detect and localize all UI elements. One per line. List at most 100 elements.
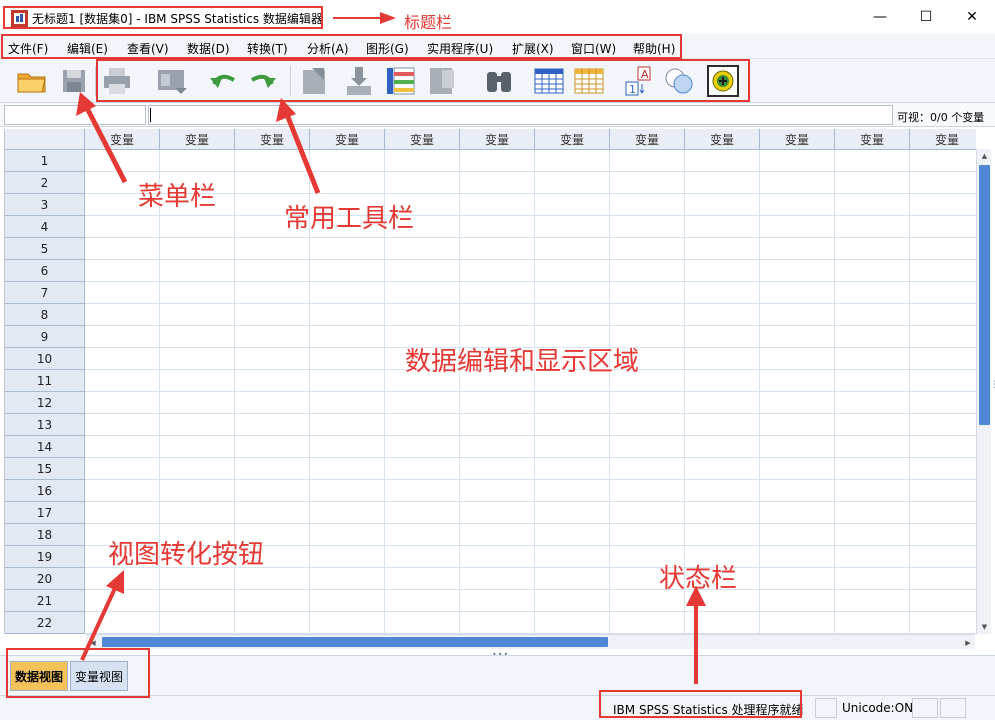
row-header[interactable]: 17: [5, 502, 85, 524]
data-cell[interactable]: [835, 216, 910, 238]
data-cell[interactable]: [460, 458, 535, 480]
data-cell[interactable]: [235, 172, 310, 194]
data-cell[interactable]: [310, 436, 385, 458]
data-cell[interactable]: [685, 260, 760, 282]
data-cell[interactable]: [910, 502, 976, 524]
data-cell[interactable]: [685, 502, 760, 524]
row-header[interactable]: 21: [5, 590, 85, 612]
data-cell[interactable]: [160, 326, 235, 348]
data-cell[interactable]: [310, 414, 385, 436]
data-cell[interactable]: [85, 150, 160, 172]
data-cell[interactable]: [835, 524, 910, 546]
data-cell[interactable]: [235, 348, 310, 370]
data-cell[interactable]: [535, 392, 610, 414]
customize-icon[interactable]: [706, 64, 740, 98]
data-cell[interactable]: [610, 612, 685, 634]
data-cell[interactable]: [910, 238, 976, 260]
data-cell[interactable]: [85, 458, 160, 480]
data-cell[interactable]: [160, 568, 235, 590]
data-cell[interactable]: [310, 326, 385, 348]
scroll-left-icon[interactable]: ◀: [86, 635, 100, 650]
data-cell[interactable]: [310, 546, 385, 568]
data-cell[interactable]: [385, 392, 460, 414]
data-cell[interactable]: [85, 326, 160, 348]
menu-extensions[interactable]: 扩展(X): [512, 40, 554, 57]
data-cell[interactable]: [910, 216, 976, 238]
menu-help[interactable]: 帮助(H): [633, 40, 675, 57]
column-header[interactable]: 变量: [835, 129, 910, 150]
data-cell[interactable]: [160, 260, 235, 282]
data-cell[interactable]: [835, 590, 910, 612]
data-cell[interactable]: [685, 436, 760, 458]
menu-view[interactable]: 查看(V): [127, 40, 169, 57]
data-cell[interactable]: [85, 216, 160, 238]
data-cell[interactable]: [835, 370, 910, 392]
minimize-button[interactable]: —: [857, 0, 903, 34]
data-cell[interactable]: [385, 546, 460, 568]
data-cell[interactable]: [685, 414, 760, 436]
menu-data[interactable]: 数据(D): [187, 40, 230, 57]
cell-value-field[interactable]: [148, 105, 893, 125]
data-cell[interactable]: [610, 480, 685, 502]
data-cell[interactable]: [760, 304, 835, 326]
data-cell[interactable]: [85, 260, 160, 282]
tab-data-view[interactable]: 数据视图: [10, 661, 68, 691]
data-cell[interactable]: [835, 414, 910, 436]
data-cell[interactable]: [910, 480, 976, 502]
data-cell[interactable]: [835, 436, 910, 458]
data-cell[interactable]: [310, 238, 385, 260]
redo-icon[interactable]: [246, 64, 280, 98]
data-cell[interactable]: [835, 150, 910, 172]
data-cell[interactable]: [460, 392, 535, 414]
data-cell[interactable]: [310, 480, 385, 502]
data-cell[interactable]: [160, 480, 235, 502]
data-cell[interactable]: [760, 326, 835, 348]
data-cell[interactable]: [310, 458, 385, 480]
row-header[interactable]: 5: [5, 238, 85, 260]
data-cell[interactable]: [310, 260, 385, 282]
data-cell[interactable]: [385, 304, 460, 326]
data-cell[interactable]: [835, 392, 910, 414]
data-cell[interactable]: [610, 150, 685, 172]
data-cell[interactable]: [685, 392, 760, 414]
data-cell[interactable]: [535, 612, 610, 634]
data-cell[interactable]: [760, 216, 835, 238]
data-cell[interactable]: [235, 238, 310, 260]
data-cell[interactable]: [385, 502, 460, 524]
data-cell[interactable]: [835, 612, 910, 634]
data-cell[interactable]: [685, 172, 760, 194]
print-icon[interactable]: [100, 64, 134, 98]
data-cell[interactable]: [160, 436, 235, 458]
data-cell[interactable]: [610, 194, 685, 216]
data-cell[interactable]: [835, 348, 910, 370]
data-cell[interactable]: [460, 568, 535, 590]
data-cell[interactable]: [385, 260, 460, 282]
data-cell[interactable]: [310, 524, 385, 546]
data-cell[interactable]: [385, 150, 460, 172]
row-header[interactable]: 3: [5, 194, 85, 216]
data-cell[interactable]: [910, 458, 976, 480]
data-cell[interactable]: [160, 590, 235, 612]
menu-file[interactable]: 文件(F): [8, 40, 48, 57]
data-cell[interactable]: [535, 282, 610, 304]
data-cell[interactable]: [760, 568, 835, 590]
row-header[interactable]: 16: [5, 480, 85, 502]
data-cell[interactable]: [385, 414, 460, 436]
data-cell[interactable]: [760, 436, 835, 458]
data-cell[interactable]: [310, 502, 385, 524]
data-cell[interactable]: [85, 612, 160, 634]
data-cell[interactable]: [910, 568, 976, 590]
data-cell[interactable]: [535, 568, 610, 590]
data-cell[interactable]: [835, 502, 910, 524]
horizontal-scrollbar[interactable]: ◀ ▶: [86, 634, 975, 649]
data-cell[interactable]: [760, 414, 835, 436]
data-cell[interactable]: [310, 370, 385, 392]
row-header[interactable]: 2: [5, 172, 85, 194]
data-cell[interactable]: [160, 502, 235, 524]
goto-case-icon[interactable]: [298, 64, 332, 98]
row-header[interactable]: 4: [5, 216, 85, 238]
data-cell[interactable]: [460, 282, 535, 304]
data-cell[interactable]: [535, 480, 610, 502]
data-cell[interactable]: [685, 326, 760, 348]
data-cell[interactable]: [760, 348, 835, 370]
